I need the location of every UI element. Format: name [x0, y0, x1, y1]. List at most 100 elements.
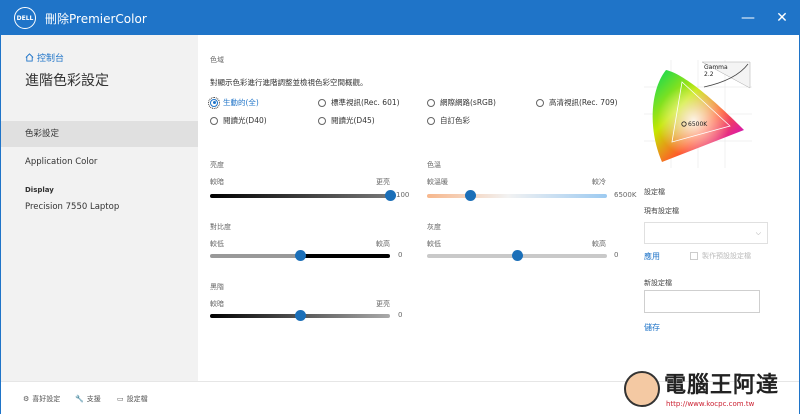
slider-track	[427, 194, 607, 198]
radio-rec601[interactable]: 標準視訊(Rec. 601)	[318, 97, 400, 108]
hue-min-label: 較低	[427, 240, 441, 248]
save-link[interactable]: 儲存	[644, 322, 660, 333]
radio-label: 高清視訊(Rec. 709)	[549, 98, 618, 107]
color-temp-max-label: 較冷	[592, 178, 606, 186]
restore-default-checkbox[interactable]: 製作預設設定檔	[690, 251, 751, 261]
slider-track	[210, 194, 390, 198]
preferences-link[interactable]: ⚙ 喜好設定	[23, 394, 60, 404]
white-point-label: 6500K	[688, 121, 708, 128]
minimize-button[interactable]: —	[739, 9, 757, 27]
sidebar-item-color-settings[interactable]: 色彩設定	[1, 121, 198, 147]
new-preset-input[interactable]	[644, 290, 760, 313]
radio-dot-icon	[208, 96, 220, 109]
slider-thumb[interactable]	[385, 190, 396, 201]
title-bar: DELL 刪除PremierColor — ✕	[1, 1, 799, 35]
home-icon	[25, 53, 34, 62]
radio-label: 自訂色彩	[440, 116, 470, 125]
settings-link[interactable]: ▭ 設定檔	[117, 394, 148, 404]
display-heading: Display	[25, 186, 54, 194]
contrast-value: 0	[398, 251, 403, 259]
sidebar-item-application-color[interactable]: Application Color	[1, 149, 198, 175]
radio-d40[interactable]: 閱讀光(D40)	[210, 115, 267, 126]
existing-presets-label: 現有設定檔	[644, 207, 679, 215]
radio-label: 閱讀光(D45)	[331, 116, 375, 125]
new-preset-label: 新設定檔	[644, 279, 672, 287]
gamma-label: Gamma	[704, 64, 728, 71]
gamut-label: 色域	[210, 56, 224, 64]
radio-d45[interactable]: 閱讀光(D45)	[318, 115, 375, 126]
support-label: 支援	[86, 395, 101, 403]
logo-text: DELL	[16, 14, 34, 22]
slider-thumb[interactable]	[512, 250, 523, 261]
color-temp-value: 6500K	[614, 191, 637, 199]
slider-thumb[interactable]	[295, 310, 306, 321]
checkbox-label: 製作預設設定檔	[702, 252, 751, 260]
radio-custom[interactable]: 自訂色彩	[427, 115, 470, 126]
radio-rec709[interactable]: 高清視訊(Rec. 709)	[536, 97, 618, 108]
radio-label: 生動的(全)	[223, 98, 259, 107]
dell-logo-icon: DELL	[14, 7, 36, 29]
sidebar-item-label: Application Color	[25, 157, 98, 167]
close-button[interactable]: ✕	[773, 9, 791, 27]
gamma-value: 2.2	[704, 71, 714, 78]
slider-thumb[interactable]	[465, 190, 477, 201]
support-link[interactable]: 🔧 支援	[75, 394, 101, 404]
radio-dot-icon	[427, 98, 435, 107]
radio-dot-icon	[318, 98, 326, 107]
home-label: 控制台	[37, 54, 65, 64]
gamma-min-label: 較暗	[210, 300, 224, 308]
contrast-slider[interactable]	[210, 250, 390, 262]
watermark: 電腦王阿達 http://www.kocpc.com.tw	[622, 365, 798, 413]
gamut-highlight	[652, 70, 744, 162]
contrast-max-label: 較高	[376, 240, 390, 248]
radio-dot-icon	[536, 98, 544, 107]
chevron-down-icon: ⌵	[755, 229, 761, 237]
home-link[interactable]: 控制台	[25, 51, 64, 64]
color-temp-label: 色溫	[427, 161, 441, 169]
slider-thumb[interactable]	[295, 250, 306, 261]
gamma-slider[interactable]	[210, 310, 390, 322]
radio-label: 網際網路(sRGB)	[440, 98, 496, 107]
radio-label: 標準視訊(Rec. 601)	[331, 98, 400, 107]
apply-link[interactable]: 應用	[644, 251, 660, 262]
color-temp-min-label: 較溫暖	[427, 178, 448, 186]
radio-vivid[interactable]: 生動的(全)	[208, 96, 259, 109]
gamma-value: 0	[398, 311, 403, 319]
hue-label: 灰度	[427, 223, 441, 231]
settings-label: 設定檔	[126, 395, 148, 403]
page-title: 進階色彩設定	[25, 73, 109, 89]
brightness-max-label: 更亮	[376, 178, 390, 186]
presets-label: 設定檔	[644, 188, 665, 196]
brightness-label: 亮度	[210, 161, 224, 169]
app-title: 刪除PremierColor	[45, 12, 147, 26]
brightness-value: 100	[396, 191, 410, 199]
watermark-title: 電腦王阿達	[664, 373, 780, 398]
hue-value: 0	[614, 251, 619, 259]
gamma-max-label: 更亮	[376, 300, 390, 308]
display-device[interactable]: Precision 7550 Laptop	[25, 202, 119, 212]
hue-max-label: 較高	[592, 240, 606, 248]
color-temp-slider[interactable]	[427, 190, 607, 202]
main-panel: 色域 對顯示色彩進行進階調整並檢視色彩空間概觀。 生動的(全) 標準視訊(Rec…	[198, 35, 799, 381]
mascot-icon	[624, 371, 660, 407]
chromaticity-diagram: Gamma 2.2 6500K	[644, 60, 752, 168]
contrast-label: 對比度	[210, 223, 231, 231]
preferences-label: 喜好設定	[32, 395, 61, 403]
sidebar-item-label: 色彩設定	[25, 129, 60, 139]
wrench-icon: 🔧	[75, 395, 84, 403]
gear-icon: ⚙	[23, 395, 30, 403]
description-text: 對顯示色彩進行進階調整並檢視色彩空間概觀。	[210, 78, 368, 87]
monitor-icon: ▭	[117, 395, 124, 403]
presets-select[interactable]: ⌵	[644, 222, 768, 244]
radio-dot-icon	[318, 116, 326, 125]
brightness-slider[interactable]	[210, 190, 396, 202]
app-window: DELL 刪除PremierColor — ✕ 控制台 進階色彩設定 色彩設定 …	[0, 0, 800, 414]
radio-dot-icon	[210, 116, 218, 125]
sidebar: 控制台 進階色彩設定 色彩設定 Application Color Displa…	[1, 35, 198, 381]
radio-srgb[interactable]: 網際網路(sRGB)	[427, 97, 496, 108]
radio-label: 閱讀光(D40)	[223, 116, 267, 125]
hue-slider[interactable]	[427, 250, 607, 262]
gamma-label: 黑階	[210, 283, 224, 291]
brightness-min-label: 較暗	[210, 178, 224, 186]
checkbox-box	[690, 252, 698, 260]
